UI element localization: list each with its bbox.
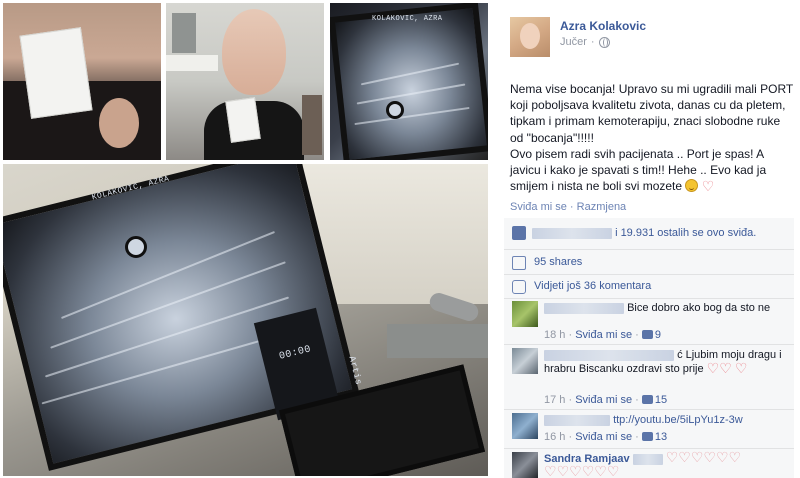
tattoo-arm: [302, 95, 322, 155]
comment-text: ć Ljubim moju dragu i hrabru Biscanku oz…: [544, 348, 790, 376]
comment-meta: 16 h · Sviđa mi se · 13: [544, 431, 668, 443]
heart-icon: ♡: [606, 463, 620, 478]
heart-icon: ♡: [556, 463, 570, 478]
heart-icon: ♡: [581, 463, 595, 478]
commenter-avatar[interactable]: [512, 452, 538, 478]
avatar-face: [520, 23, 540, 49]
post-paragraph-2-text: Ovo pisem radi svih pacijenata .. Port j…: [510, 146, 767, 194]
redacted-name: [544, 302, 624, 314]
redacted-name: [632, 453, 663, 465]
heart-icon: ♡: [703, 449, 716, 465]
feedback-panel: i 19.931 ostalih se ovo sviđa. 95 shares…: [504, 218, 794, 478]
heart-icon: ♡: [719, 360, 732, 376]
likes-count[interactable]: i 19.931 ostalih se ovo sviđa.: [615, 227, 756, 239]
photo-selfie[interactable]: [166, 3, 324, 160]
comment-time[interactable]: 17 h: [544, 394, 565, 406]
gauze-dressing: [225, 97, 261, 143]
heart-icon: ♡: [734, 360, 748, 376]
meta-separator: ·: [590, 36, 595, 48]
heart-icon: ♡: [715, 449, 729, 465]
action-separator: ·: [569, 201, 577, 213]
comment-like-count[interactable]: 13: [655, 431, 667, 443]
author-name[interactable]: Azra Kolakovic: [560, 19, 646, 33]
heart-icon: ♡: [728, 449, 742, 465]
comment-like-count[interactable]: 9: [655, 329, 661, 341]
comment-like-button[interactable]: Sviđa mi se: [575, 394, 632, 406]
photo-neck-gauze[interactable]: [3, 3, 161, 160]
heart-icon: ♡: [569, 463, 582, 478]
author-avatar[interactable]: [510, 17, 550, 57]
skin-area: [99, 98, 139, 148]
post-actions: Sviđa mi se · Razmjena: [510, 201, 626, 213]
likes-summary: i 19.931 ostalih se ovo sviđa.: [504, 218, 794, 250]
heart-icon: ♡: [594, 463, 607, 478]
comment-item: Sandra Ramjaav ♡♡♡♡♡♡ ♡♡♡♡♡♡: [504, 450, 794, 478]
comment-meta: 18 h · Sviđa mi se · 9: [544, 329, 661, 341]
post-paragraph-1: Nema vise bocanja! Upravo su mi ugradili…: [510, 82, 794, 145]
shares-count[interactable]: 95 shares: [534, 256, 582, 268]
photo-xray-small[interactable]: KOLAKOVIC, AZRA: [330, 3, 488, 160]
comment-text-line2: ♡♡♡♡♡♡: [544, 463, 790, 478]
comment-item: Bice dobro ako bog da sto ne 18 h · Sviđ…: [504, 299, 794, 345]
comment-text: Bice dobro ako bog da sto ne: [544, 301, 790, 327]
photo-collage: KOLAKOVIC, AZRA KOLAKOVIC, AZRA 00:00 Ar…: [0, 0, 490, 478]
comment-like-count[interactable]: 15: [655, 394, 667, 406]
globe-icon[interactable]: [598, 36, 610, 48]
comment-item: ć Ljubim moju dragu i hrabru Biscanku oz…: [504, 346, 794, 410]
heart-icon: ♡: [544, 463, 557, 478]
comment-time[interactable]: 16 h: [544, 431, 565, 443]
heart-icon: ♡: [665, 449, 679, 465]
thumbs-up-icon: [512, 226, 526, 240]
smile-emoji-icon: [685, 179, 699, 193]
port-device: [125, 236, 147, 258]
shares-row: 95 shares: [504, 251, 794, 275]
post-time[interactable]: Jučer: [560, 36, 587, 48]
comment-time[interactable]: 18 h: [544, 329, 565, 341]
heart-icon: ♡: [690, 449, 704, 465]
redacted-names: [532, 227, 612, 239]
comment-link[interactable]: ttp://youtu.be/5iLpYu1z-3w: [613, 414, 743, 426]
gauze-dressing: [19, 27, 93, 119]
post-meta: Jučer ·: [560, 36, 610, 48]
wall-fixture: [172, 13, 196, 53]
likes-summary-text: i 19.931 ostalih se ovo sviđa.: [532, 227, 756, 239]
port-device: [386, 101, 404, 119]
comment-like-button[interactable]: Sviđa mi se: [575, 431, 632, 443]
commenter-avatar[interactable]: [512, 348, 538, 374]
more-comments-link[interactable]: Vidjeti još 36 komentara: [534, 280, 651, 292]
commenter-avatar[interactable]: [512, 413, 538, 439]
ceiling-light: [166, 55, 218, 71]
xray-monitor: [330, 3, 488, 160]
comment-icon: [512, 280, 526, 294]
redacted-name: [544, 414, 610, 426]
comment-body: Bice dobro ako bog da sto ne: [627, 302, 771, 314]
head: [222, 9, 286, 95]
thumbs-up-icon: [641, 330, 653, 339]
xray-patient-label: KOLAKOVIC, AZRA: [372, 15, 443, 23]
like-button[interactable]: Sviđa mi se: [510, 201, 567, 213]
heart-icon: ♡: [678, 449, 691, 465]
comment-meta: 17 h · Sviđa mi se · 15: [544, 394, 668, 406]
heart-icon: ♡: [701, 178, 715, 195]
thumbs-up-icon: [641, 432, 653, 441]
comment-item: ttp://youtu.be/5iLpYu1z-3w 16 h · Sviđa …: [504, 411, 794, 449]
comment-text: ttp://youtu.be/5iLpYu1z-3w: [544, 413, 790, 427]
post-paragraph-2: Ovo pisem radi svih pacijenata .. Port j…: [510, 146, 796, 195]
photo-xray-large[interactable]: KOLAKOVIC, AZRA 00:00 Artis Live: [3, 164, 488, 476]
share-icon: [512, 256, 526, 270]
heart-icon: ♡: [706, 360, 720, 376]
post-text: Nema vise bocanja! Upravo su mi ugradili…: [510, 81, 796, 194]
equipment: [387, 324, 488, 358]
comment-like-button[interactable]: Sviđa mi se: [575, 329, 632, 341]
share-button[interactable]: Razmjena: [577, 201, 627, 213]
more-comments-row: Vidjeti još 36 komentara: [504, 275, 794, 299]
thumbs-up-icon: [641, 395, 653, 404]
commenter-avatar[interactable]: [512, 301, 538, 327]
redacted-name: [544, 349, 674, 361]
